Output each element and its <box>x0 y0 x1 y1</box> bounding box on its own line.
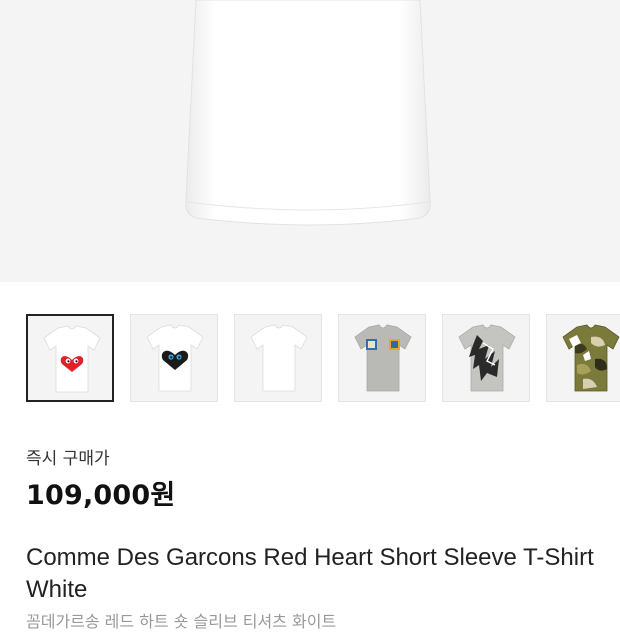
tshirt-hero-illustration <box>185 0 431 226</box>
thumbnail-black-heart-tee[interactable] <box>130 314 218 402</box>
thumbnail-plain-white-tee[interactable] <box>234 314 322 402</box>
thumbnail-strip <box>26 314 620 406</box>
grey-graphic-tee-image <box>458 324 516 392</box>
camo-tee-image <box>562 324 620 392</box>
product-subtitle-ko: 꼼데가르송 레드 하트 숏 슬리브 티셔츠 화이트 <box>26 612 337 631</box>
instant-buy-price: 109,000원 <box>26 480 176 511</box>
product-title: Comme Des Garcons Red Heart Short Sleeve… <box>26 544 594 603</box>
thumbnail-red-heart-tee[interactable] <box>26 314 114 402</box>
grey-print-tee-image <box>354 324 412 392</box>
thumbnail-grey-print-tee[interactable] <box>338 314 426 402</box>
product-hero-image[interactable] <box>0 0 620 282</box>
instant-buy-price-label: 즉시 구매가 <box>26 449 110 469</box>
black-heart-tee-image <box>146 324 204 392</box>
red-heart-tee-image <box>43 325 101 393</box>
thumbnail-camo-tee[interactable] <box>546 314 620 402</box>
plain-white-tee-image <box>250 324 308 392</box>
thumbnail-grey-graphic-tee[interactable] <box>442 314 530 402</box>
